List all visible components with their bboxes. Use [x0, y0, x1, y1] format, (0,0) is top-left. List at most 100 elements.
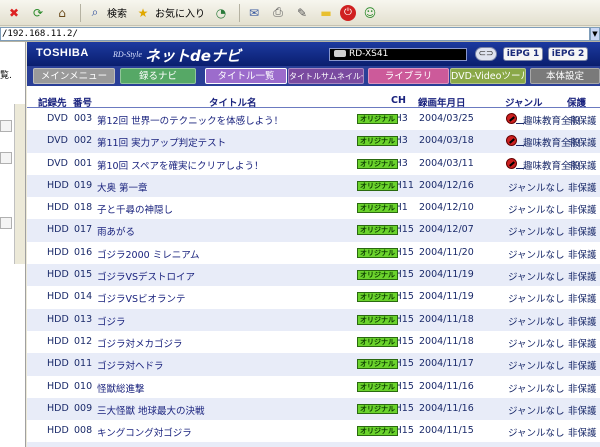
original-badge: オリジナル	[357, 426, 398, 437]
home-icon[interactable]: ⌂	[52, 3, 72, 23]
tab-library[interactable]: ライブラリ	[368, 68, 449, 84]
address-input[interactable]: /192.168.11.2/	[0, 27, 590, 41]
cell-date: 2004/11/20	[419, 246, 474, 258]
original-badge: オリジナル	[357, 158, 398, 169]
link-icon[interactable]: ⊂⊃	[475, 47, 497, 61]
header-protect: 保護	[567, 98, 587, 109]
cell-title[interactable]: ゴジラVSデストロイア	[97, 269, 195, 283]
edit-icon[interactable]: ✎	[292, 3, 312, 23]
cell-genre: ジャンルなし	[508, 383, 565, 395]
table-row[interactable]: HDD 013 ゴジラ CH15 2004/11/18 ジャンルなし 非保護 オリジナル	[27, 308, 600, 331]
main-content: TOSHIBA RD-Style ネットdeナビ RD-XS41 ⊂⊃ iEPG…	[27, 42, 600, 447]
power-icon[interactable]: ⏻	[340, 4, 356, 21]
original-badge: オリジナル	[357, 270, 398, 281]
cell-number: 013	[74, 313, 93, 325]
cell-title[interactable]: ゴジラ対メカゴジラ	[97, 336, 183, 350]
mail-icon[interactable]: ✉	[244, 3, 264, 23]
cell-number: 001	[74, 157, 93, 169]
table-row[interactable]: HDD 015 ゴジラVSデストロイア CH15 2004/11/19 ジャンルなし 非保護…	[27, 264, 600, 287]
history-icon[interactable]: ◔	[211, 3, 231, 23]
table-row[interactable]: HDD 011 ゴジラ対ヘドラ CH15 2004/11/17 ジャンルなし 非保護 オリジナ…	[27, 353, 600, 376]
cell-protect: 非保護	[568, 338, 597, 350]
cell-title[interactable]: 第12回 世界一のテクニックを体感しよう！	[97, 113, 283, 127]
nav-tabs: メインメニュー 録るナビ タイトル一覧 タイトルサムネイル一覧 ライブラリ DV…	[27, 66, 600, 86]
cell-date: 2004/11/15	[419, 425, 474, 437]
cell-device: HDD	[47, 358, 69, 370]
device-selector[interactable]: RD-XS41	[329, 48, 467, 61]
cell-genre: ジャンルなし	[508, 272, 565, 284]
table-row[interactable]: DVD001第10回 スペアを確実にクリアしよう！CH32004/03/11趣味…	[27, 152, 600, 175]
tab-settings[interactable]: 本体設定	[530, 68, 600, 84]
table-row[interactable]: DVD003第12回 世界一のテクニックを体感しよう！CH32004/03/25…	[27, 108, 600, 131]
table-row[interactable]: DVD002第11回 実力アップ判定テストCH32004/03/18趣味教育全般…	[27, 130, 600, 153]
favorites-button[interactable]: ★ お気に入り	[133, 3, 205, 23]
cell-number: 009	[74, 402, 93, 414]
cell-genre: ジャンルなし	[508, 182, 565, 194]
tab-main-menu[interactable]: メインメニュー	[33, 68, 115, 84]
refresh-icon[interactable]: ⟳	[28, 3, 48, 23]
cell-protect: 非保護	[568, 182, 597, 194]
explorer-item[interactable]	[0, 217, 12, 229]
explorer-scrollbar[interactable]	[14, 104, 25, 264]
table-row[interactable]: HDD 012 ゴジラ対メカゴジラ CH15 2004/11/18 ジャンルなし 非保護 オリ…	[27, 330, 600, 354]
cell-title[interactable]: 大奥 第一章	[97, 180, 148, 194]
cell-title[interactable]: 子と千尋の神隠し	[97, 202, 173, 216]
cell-protect: 非保護	[568, 249, 597, 261]
cell-genre: ジャンルなし	[508, 249, 565, 261]
cell-device: HDD	[47, 425, 69, 437]
cell-title[interactable]: ゴジラ	[97, 314, 126, 328]
tab-title-list[interactable]: タイトル一覧	[205, 68, 287, 84]
original-badge: オリジナル	[357, 247, 398, 258]
table-row[interactable]: HDD 010 怪獣総進撃 CH15 2004/11/16 ジャンルなし 非保護 オリジナル	[27, 375, 600, 398]
cell-title[interactable]: 第11回 実力アップ判定テスト	[97, 135, 226, 149]
table-header: 記録先 番号 タイトル名 CH 録画年月日 ジャンル 保護	[27, 86, 600, 109]
search-button[interactable]: ⌕ 検索	[85, 3, 127, 23]
cell-date: 2004/11/19	[419, 291, 474, 303]
app-header: TOSHIBA RD-Style ネットdeナビ RD-XS41 ⊂⊃ iEPG…	[27, 42, 600, 66]
cell-title[interactable]: 怪獣総進撃	[97, 381, 145, 395]
cell-title[interactable]: 雨あがる	[97, 224, 135, 238]
tab-dvd-video-tool[interactable]: DVD-Videoツール	[450, 68, 526, 84]
table-row[interactable]: HDD 008 キングコング対ゴジラ CH15 2004/11/15 ジャンルなし 非保護オ…	[27, 420, 600, 443]
table-row[interactable]: HDD 016 ゴジラ2000 ミレニアム CH15 2004/11/20 ジャンルなし非…	[27, 241, 600, 265]
folder-icon[interactable]: ▬	[316, 3, 336, 23]
iepg1-button[interactable]: iEPG 1	[503, 47, 543, 61]
messenger-icon[interactable]: ☺	[360, 3, 380, 23]
toolbar-divider	[80, 3, 81, 22]
cell-protect: 非保護	[568, 316, 597, 328]
favorites-icon: ★	[137, 5, 149, 20]
cell-date: 2004/11/16	[419, 402, 474, 414]
table-row[interactable]: HDD 009 三大怪獣 地球最大の決戦 CH15 2004/11/16 ジャンルなし 非保…	[27, 397, 600, 421]
explorer-item[interactable]	[0, 120, 12, 132]
cell-device: HDD	[47, 224, 69, 236]
cell-title[interactable]: 三大怪獣 地球最大の決戦	[97, 403, 205, 417]
cell-title[interactable]: ゴジラVSビオランテ	[97, 291, 186, 305]
cell-title[interactable]: ゴジラ対ヘドラ	[97, 358, 164, 372]
cell-title[interactable]: ゴジラ2000 ミレニアム	[97, 247, 200, 261]
close-icon[interactable]: ✖	[4, 3, 24, 23]
table-row[interactable]: HDD007ゴジラCH152004/11/15ジャンルなし非保護オリジナル	[27, 442, 600, 447]
cell-date: 2004/03/25	[419, 113, 474, 124]
table-row[interactable]: HDD018子と千尋の神隠しCH12004/12/10ジャンルなし非保護オリジナ…	[27, 197, 600, 220]
cell-title[interactable]: 第10回 スペアを確実にクリアしよう！	[97, 158, 263, 172]
disk-icon	[334, 50, 346, 57]
tab-thumbnail-list[interactable]: タイトルサムネイル一覧	[288, 68, 364, 84]
table-row[interactable]: HDD 017 雨あがる CH15 2004/12/07 ジャンルなし 非保護 オリジナル	[27, 219, 600, 242]
table-row[interactable]: HDD 019 大奥 第一章 CH11 2004/12/16 ジャンルなし 非保護 オリジナル	[27, 174, 600, 198]
cell-number: 018	[74, 202, 93, 214]
tab-recording-navi[interactable]: 録るナビ	[120, 68, 196, 84]
original-badge: オリジナル	[357, 114, 398, 124]
header-date: 録画年月日	[418, 98, 466, 109]
cell-device: DVD	[47, 157, 68, 169]
cell-protect: 非保護	[568, 383, 597, 395]
print-icon[interactable]: ⎙	[268, 3, 288, 23]
explorer-pane-text: 覧.	[0, 71, 12, 81]
explorer-item[interactable]	[0, 152, 12, 164]
cell-title[interactable]: キングコング対ゴジラ	[97, 425, 192, 439]
iepg2-button[interactable]: iEPG 2	[548, 47, 588, 61]
address-dropdown-icon[interactable]: ▼	[590, 27, 600, 41]
genre-underline	[516, 145, 524, 147]
cell-device: HDD	[47, 291, 69, 303]
table-row[interactable]: HDD 014 ゴジラVSビオランテ CH15 2004/11/19 ジャンルなし 非保護オ…	[27, 286, 600, 309]
cell-date: 2004/12/16	[419, 179, 474, 191]
